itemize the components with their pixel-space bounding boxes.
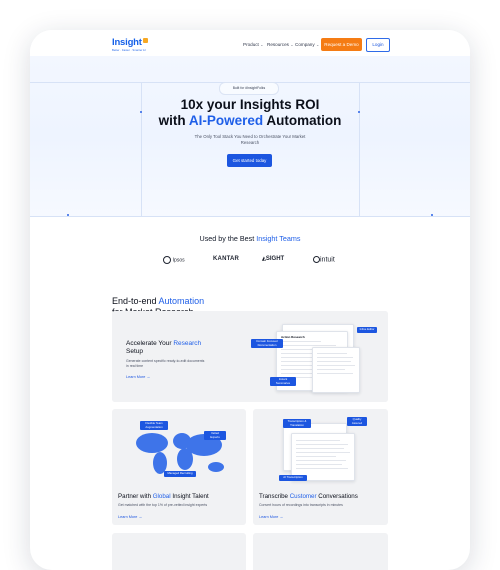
nav-item-resources[interactable]: Resources ⌄	[267, 42, 294, 47]
research-doc-title: Action Research	[281, 335, 305, 339]
logo-wordmark: Insight	[112, 37, 142, 48]
clients-heading-prefix: Used by the Best	[199, 234, 257, 243]
client-logo-label: Ipsos	[172, 257, 185, 264]
hero-title-line1: 10x your Insights ROI	[180, 97, 320, 112]
card-research-learn-more[interactable]: Learn More →	[126, 375, 150, 379]
nav-label: Company	[295, 42, 315, 47]
client-logo-ipsos: Ipsos	[163, 256, 185, 264]
tag-vetted-experts: Vetted Experts	[204, 431, 226, 441]
card-title-highlight: Research	[173, 340, 202, 347]
doc-line	[317, 361, 351, 362]
card-title-prefix: Partner with	[118, 493, 153, 500]
client-logo-kantar: KANTAR	[213, 256, 240, 262]
doc-line	[296, 444, 348, 445]
logo-tagline: Better · Faster · Smarter AI	[112, 48, 146, 52]
client-logo-sight: ◭SIGHT	[262, 256, 284, 262]
card-title-suffix: Insight Talent	[170, 493, 209, 500]
card-title-highlight: Global	[152, 493, 171, 500]
doc-line	[296, 456, 336, 457]
doc-line	[317, 369, 345, 370]
card-title-line2: Setup	[126, 348, 143, 355]
card-talent-description: Get matched with the top 1% of pre-vette…	[118, 503, 208, 507]
tag-inline-editor: Inline Editor	[357, 327, 377, 333]
card-transcribe: Transcription & Translation Quality Assu…	[253, 409, 388, 525]
intuit-icon	[313, 256, 320, 263]
nav-item-company[interactable]: Company ⌄	[295, 42, 319, 47]
chevron-down-icon: ⌄	[315, 42, 320, 47]
chevron-down-icon: ⌄	[260, 42, 264, 47]
doc-line	[281, 341, 321, 342]
doc-line	[317, 365, 355, 366]
nav-label: Product	[243, 42, 259, 47]
nav-label: Resources	[267, 42, 289, 47]
request-demo-button[interactable]: Request a Demo	[321, 38, 362, 51]
card-transcribe-description: Convert hours of recordings into transcr…	[259, 503, 343, 507]
card-transcribe-learn-more[interactable]: Learn More →	[259, 515, 283, 519]
get-started-button[interactable]: Get started today	[227, 154, 272, 167]
doc-line	[296, 440, 340, 441]
card-talent-learn-more[interactable]: Learn More →	[118, 515, 142, 519]
hero-title-suffix: Automation	[263, 113, 342, 128]
hero-title-prefix: with	[158, 113, 189, 128]
hero-title-highlight: AI-Powered	[188, 113, 264, 128]
doc-line	[281, 345, 336, 346]
tag-transcription-translation: Transcription & Translation	[283, 419, 311, 429]
card-next-right	[253, 533, 388, 570]
nav-item-product[interactable]: Product ⌄	[243, 42, 263, 47]
ipsos-icon	[163, 256, 171, 264]
card-title-suffix: Conversations	[316, 493, 358, 500]
tag-managed-recruiting: Managed Recruiting	[164, 471, 196, 477]
doc-line	[317, 373, 353, 374]
client-logo-label: intuit	[320, 256, 335, 264]
card-title-highlight: Customer	[289, 493, 317, 500]
insight-logo[interactable]: Insight Better · Faster · Smarter AI	[112, 38, 148, 52]
card-research-description: Generate content specific ready-to-edit …	[126, 359, 205, 368]
doc-line	[296, 464, 342, 465]
login-button[interactable]: Login	[366, 38, 390, 52]
card-title-prefix: Transcribe	[259, 493, 290, 500]
automation-title-highlight: Automation	[158, 296, 205, 306]
automation-title-prefix: End-to-end	[112, 296, 159, 306]
hero-title-line2: with AI-Powered Automation	[126, 113, 374, 129]
doc-line	[296, 448, 344, 449]
hero-subtitle: The Only Tool Stack You Need to Orchestr…	[194, 134, 306, 145]
chevron-down-icon: ⌄	[290, 42, 294, 47]
transcript-doc-front	[291, 433, 355, 481]
card-title-prefix: Accelerate Your	[126, 340, 174, 347]
grid-line	[30, 216, 470, 217]
clients-heading: Used by the Best Insight Teams	[30, 234, 470, 243]
logo-badge-icon	[142, 38, 148, 43]
hero-pill: Built for #InsightFolks	[219, 82, 279, 95]
tag-ai-transcription: AI Transcription	[279, 475, 307, 481]
tag-team-augmentation: Flexible Team Augmentation	[140, 421, 168, 431]
research-doc-front	[312, 347, 360, 393]
browser-frame: Insight Better · Faster · Smarter AI Pro…	[30, 30, 470, 570]
doc-line	[296, 468, 348, 469]
client-logo-label: SIGHT	[265, 256, 285, 262]
tag-domain-focused: Domain Focused Documentation	[251, 339, 283, 349]
doc-line	[296, 452, 350, 453]
card-research-title: Accelerate Your Research Setup	[126, 340, 201, 356]
card-research-body: Accelerate Your Research Setup Generate …	[112, 311, 388, 402]
doc-line	[317, 357, 353, 358]
card-global-talent: Flexible Team Augmentation Vetted Expert…	[112, 409, 246, 525]
clients-heading-highlight: Insight Teams	[256, 234, 301, 243]
tag-quality-assured: Quality Assured	[347, 417, 367, 427]
card-next-left	[112, 533, 246, 570]
tag-instant-summaries: Instant Summaries	[270, 377, 296, 387]
card-transcribe-title: Transcribe Customer Conversations	[259, 493, 358, 501]
client-logo-intuit: intuit	[313, 256, 335, 263]
card-talent-title: Partner with Global Insight Talent	[118, 493, 209, 501]
doc-line	[296, 460, 346, 461]
doc-line	[317, 353, 347, 354]
